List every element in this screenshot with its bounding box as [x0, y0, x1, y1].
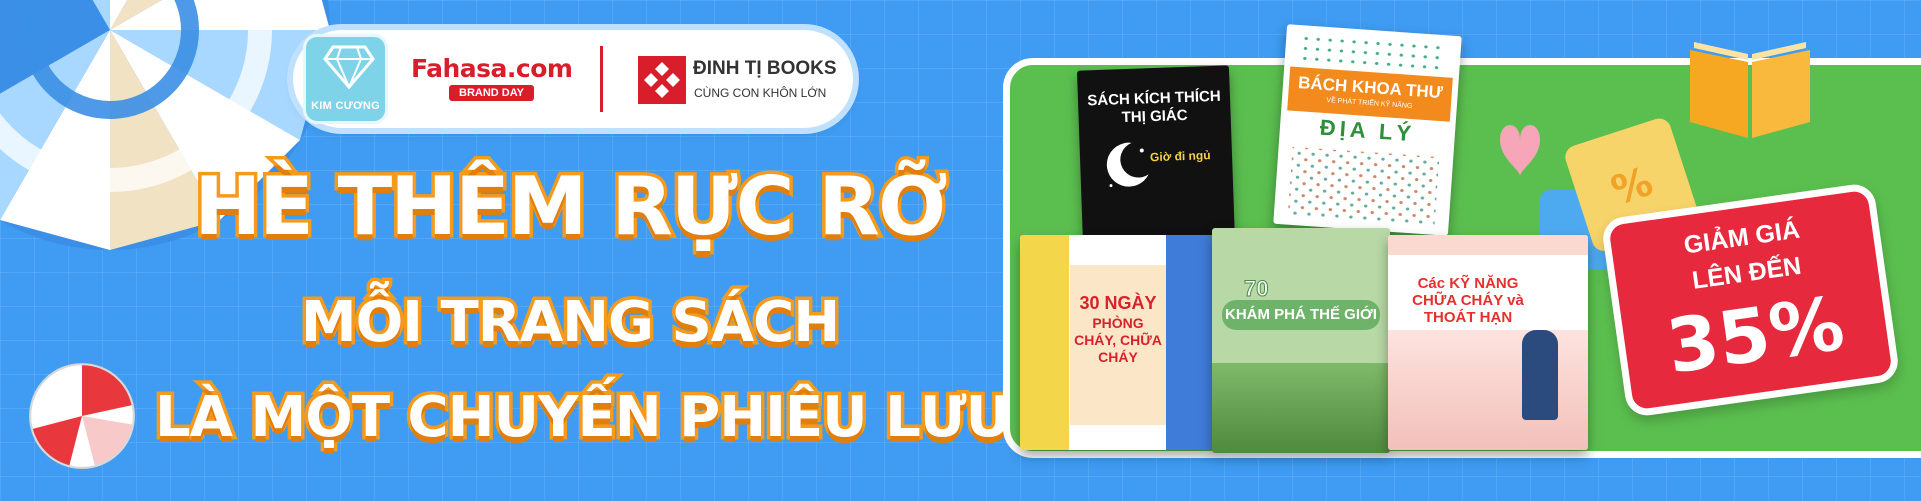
partner-name: ĐINH TỊ BOOKS: [693, 58, 837, 79]
promo-banner[interactable]: KIM CƯƠNG Fahasa.com BRAND DAY ĐINH TỊ B…: [0, 0, 1921, 501]
book-cover-ky-nang-chua-chay[interactable]: Các KỸ NĂNG CHỮA CHÁY và THOÁT HẠN: [1388, 235, 1588, 450]
book-title: Các KỸ NĂNG CHỮA CHÁY và THOÁT HẠN: [1412, 275, 1524, 326]
book-illustration: [1388, 330, 1588, 450]
firefighter-figure: [1522, 330, 1558, 420]
open-book-icon: [1690, 42, 1810, 138]
book-cover-kham-pha-the-gioi[interactable]: 70 KHÁM PHÁ THẾ GIỚI: [1212, 228, 1390, 453]
headline-line-2: MỖI TRANG SÁCH: [297, 287, 843, 359]
book-title: KHÁM PHÁ THẾ GIỚI: [1222, 300, 1380, 330]
book-strip: [1166, 235, 1215, 450]
tier-badge: KIM CƯƠNG: [303, 34, 388, 124]
book-pattern: [1287, 146, 1440, 227]
book-pattern: [1298, 33, 1448, 72]
brand-divider: [600, 46, 603, 112]
dinhti-logo-icon[interactable]: [638, 56, 686, 104]
brand-bar: KIM CƯƠNG Fahasa.com BRAND DAY ĐINH TỊ B…: [293, 30, 853, 128]
discount-card[interactable]: GIẢM GIÁ LÊN ĐẾN 35%: [1600, 181, 1901, 419]
book-cover-bach-khoa-thu[interactable]: BÁCH KHOA THƯ VỀ PHÁT TRIỂN KỸ NĂNG ĐỊA …: [1273, 24, 1462, 236]
brand-day-label: BRAND DAY: [449, 85, 534, 101]
partner-tagline: CÙNG CON KHÔN LỚN: [694, 86, 827, 100]
headline-line-1: HÈ THÊM RỰC RỠ: [191, 157, 952, 257]
book-title: SÁCH KÍCH THÍCH THỊ GIÁC: [1087, 87, 1221, 127]
headline-line-3: LÀ MỘT CHUYẾN PHIÊU LƯU!: [152, 382, 1040, 454]
diamond-icon: [323, 45, 375, 89]
fahasa-logo[interactable]: Fahasa.com BRAND DAY: [411, 54, 581, 101]
book-number: 70: [1243, 276, 1269, 302]
beach-ball-icon: [29, 363, 135, 469]
book-cover-sach-kich-thich[interactable]: SÁCH KÍCH THÍCH THỊ GIÁC Giờ đi ngủ: [1076, 65, 1236, 247]
book-cover-30-ngay[interactable]: 30 NGÀY PHÒNG CHÁY, CHỮA CHÁY: [1020, 235, 1215, 450]
book-number: 30 NGÀY: [1079, 293, 1157, 313]
book-illustration: [1212, 363, 1390, 453]
fahasa-name: Fahasa.com: [411, 54, 573, 83]
book-title: PHÒNG CHÁY, CHỮA CHÁY: [1074, 315, 1162, 365]
moon-icon: [1106, 142, 1149, 188]
book-subtitle: Giờ đi ngủ: [1149, 148, 1211, 165]
tier-badge-label: KIM CƯƠNG: [311, 100, 380, 112]
book-strip: [1020, 235, 1069, 450]
book-header-strip: [1388, 235, 1588, 255]
